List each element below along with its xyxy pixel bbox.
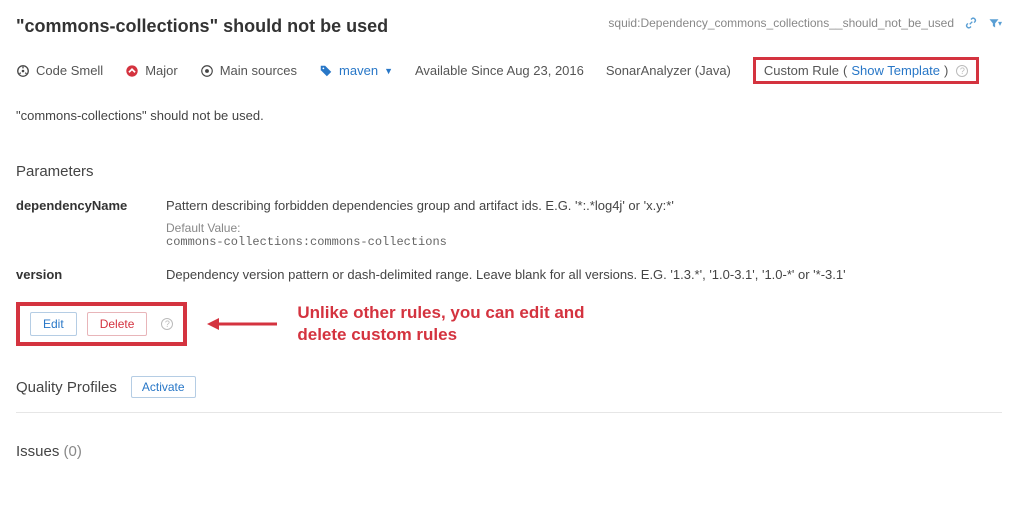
param-row: dependencyName Pattern describing forbid… xyxy=(16,198,1002,249)
param-name: dependencyName xyxy=(16,198,166,213)
target-icon xyxy=(200,64,214,78)
parameters-heading: Parameters xyxy=(16,163,1002,180)
issues-label: Issues xyxy=(16,443,59,460)
arrow-left-icon xyxy=(207,315,277,333)
edit-button[interactable]: Edit xyxy=(30,312,77,336)
rule-key: squid:Dependency_commons_collections__sh… xyxy=(608,16,954,30)
param-description: Dependency version pattern or dash-delim… xyxy=(166,267,1002,282)
annotation: Unlike other rules, you can edit and del… xyxy=(207,302,627,346)
link-icon[interactable] xyxy=(964,16,978,30)
custom-rule-actions: Edit Delete ? xyxy=(16,302,187,346)
param-name: version xyxy=(16,267,166,282)
param-row: version Dependency version pattern or da… xyxy=(16,267,1002,282)
show-template-link[interactable]: Show Template xyxy=(851,63,940,78)
filter-icon[interactable]: ▾ xyxy=(988,16,1002,30)
quality-profiles-section: Quality Profiles Activate xyxy=(16,376,1002,413)
rule-scope: Main sources xyxy=(200,63,297,78)
rule-meta-row: Code Smell Major Main sources maven ▼ Av… xyxy=(16,57,1002,84)
issues-section: Issues (0) xyxy=(16,443,1002,460)
code-smell-icon xyxy=(16,64,30,78)
help-icon[interactable]: ? xyxy=(956,65,968,77)
help-icon[interactable]: ? xyxy=(161,318,173,330)
param-default-label: Default Value: xyxy=(166,221,1002,235)
analyzer: SonarAnalyzer (Java) xyxy=(606,63,731,78)
rule-severity: Major xyxy=(125,63,178,78)
tag-icon xyxy=(319,64,333,78)
major-icon xyxy=(125,64,139,78)
custom-rule-badge: Custom Rule (Show Template) ? xyxy=(753,57,979,84)
delete-button[interactable]: Delete xyxy=(87,312,148,336)
issues-count: (0) xyxy=(64,443,82,460)
rule-tag[interactable]: maven ▼ xyxy=(319,63,393,78)
parameters-table: dependencyName Pattern describing forbid… xyxy=(16,198,1002,282)
param-default-value: commons-collections:commons-collections xyxy=(166,235,1002,249)
available-since: Available Since Aug 23, 2016 xyxy=(415,63,584,78)
quality-profiles-heading: Quality Profiles xyxy=(16,379,117,396)
param-description: Pattern describing forbidden dependencie… xyxy=(166,198,1002,213)
activate-button[interactable]: Activate xyxy=(131,376,196,398)
rule-type: Code Smell xyxy=(16,63,103,78)
rule-title: "commons-collections" should not be used xyxy=(16,16,388,37)
rule-description: "commons-collections" should not be used… xyxy=(16,108,1002,123)
